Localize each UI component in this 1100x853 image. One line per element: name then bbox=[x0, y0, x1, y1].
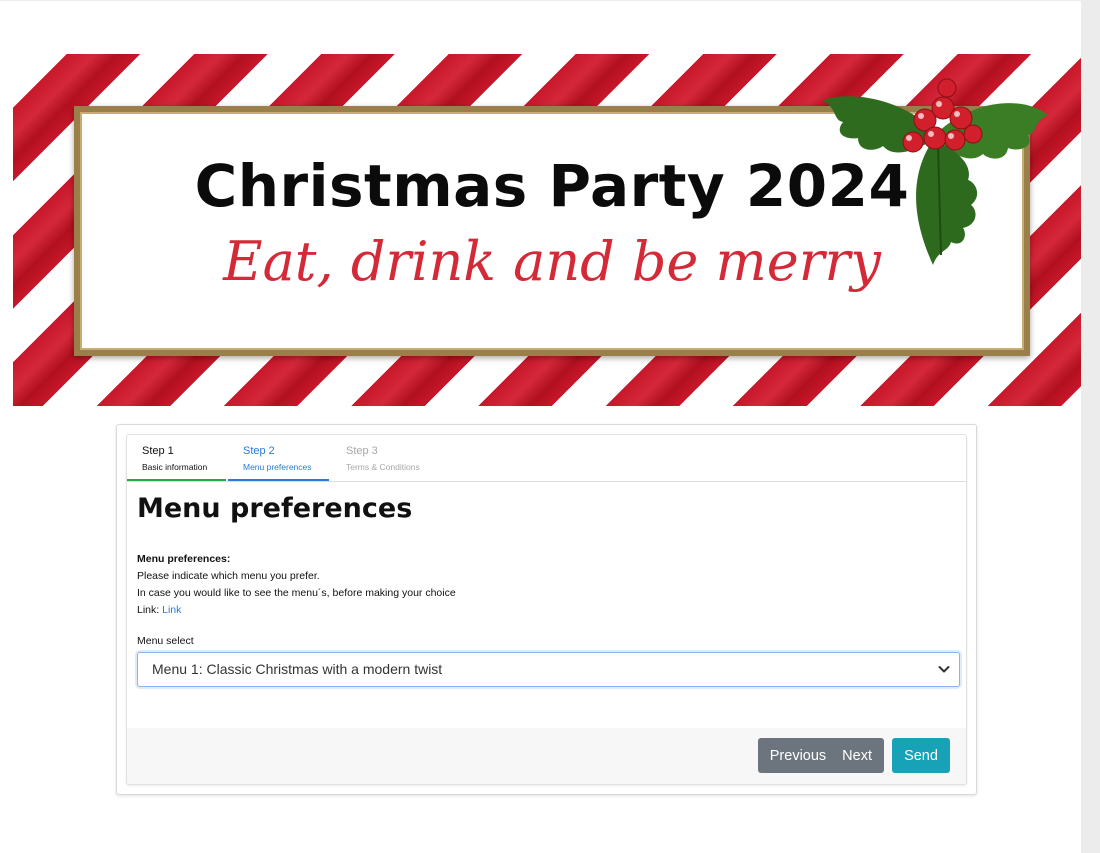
menu-select-value: Menu 1: Classic Christmas with a modern … bbox=[152, 661, 443, 677]
previous-button[interactable]: Previous bbox=[758, 738, 836, 773]
link-prefix: Link: bbox=[137, 604, 160, 616]
form-card: Step 1 Basic information Step 2 Menu pre… bbox=[116, 424, 977, 795]
step-menu-preferences[interactable]: Step 2 Menu preferences bbox=[228, 435, 329, 481]
form-footer: Previous Next Send bbox=[127, 728, 966, 784]
instructions-title: Menu preferences: bbox=[137, 553, 231, 565]
page-title: Menu preferences bbox=[137, 493, 413, 524]
step-label: Menu preferences bbox=[243, 462, 312, 472]
step-number: Step 3 bbox=[346, 445, 378, 457]
menu-instructions: Menu preferences: Please indicate which … bbox=[137, 551, 456, 619]
step-basic-information[interactable]: Step 1 Basic information bbox=[127, 435, 226, 481]
step-progress: Step 1 Basic information Step 2 Menu pre… bbox=[127, 435, 966, 482]
menu-link[interactable]: Link bbox=[162, 604, 181, 616]
step-label: Basic information bbox=[142, 462, 208, 472]
form-panel: Step 1 Basic information Step 2 Menu pre… bbox=[126, 434, 967, 785]
page: Christmas Party 2024 Eat, drink and be m… bbox=[0, 1, 1081, 853]
instructions-line: In case you would like to see the menu´s… bbox=[137, 587, 456, 599]
menu-select-label: Menu select bbox=[137, 635, 194, 647]
nav-button-group: Previous Next bbox=[757, 738, 884, 773]
chevron-down-icon bbox=[938, 666, 950, 673]
send-button[interactable]: Send bbox=[892, 738, 950, 773]
step-number: Step 1 bbox=[142, 445, 174, 457]
menu-link-row: Link: Link bbox=[137, 602, 456, 619]
holly-icon bbox=[823, 78, 1048, 265]
step-label: Terms & Conditions bbox=[346, 462, 420, 472]
instructions-line: Please indicate which menu you prefer. bbox=[137, 570, 320, 582]
step-number: Step 2 bbox=[243, 445, 275, 457]
party-banner: Christmas Party 2024 Eat, drink and be m… bbox=[13, 54, 1081, 406]
step-terms-conditions[interactable]: Step 3 Terms & Conditions bbox=[331, 435, 441, 481]
next-button[interactable]: Next bbox=[836, 738, 884, 773]
menu-select[interactable]: Menu 1: Classic Christmas with a modern … bbox=[137, 652, 960, 687]
